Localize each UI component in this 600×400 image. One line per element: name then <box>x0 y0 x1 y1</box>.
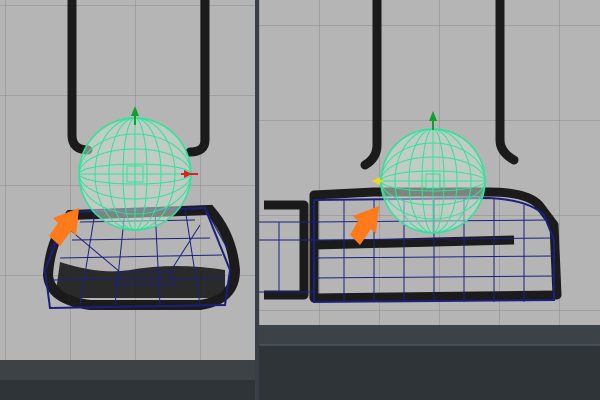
ground-band <box>259 345 600 400</box>
viewport-front[interactable] <box>0 0 255 400</box>
ball-joint-sphere[interactable] <box>78 117 192 231</box>
viewport-front-canvas[interactable] <box>0 0 255 400</box>
viewport-side-canvas[interactable] <box>259 0 600 400</box>
viewport-side[interactable] <box>259 0 600 400</box>
ball-joint-sphere[interactable] <box>380 128 486 234</box>
ground-band <box>0 380 255 400</box>
